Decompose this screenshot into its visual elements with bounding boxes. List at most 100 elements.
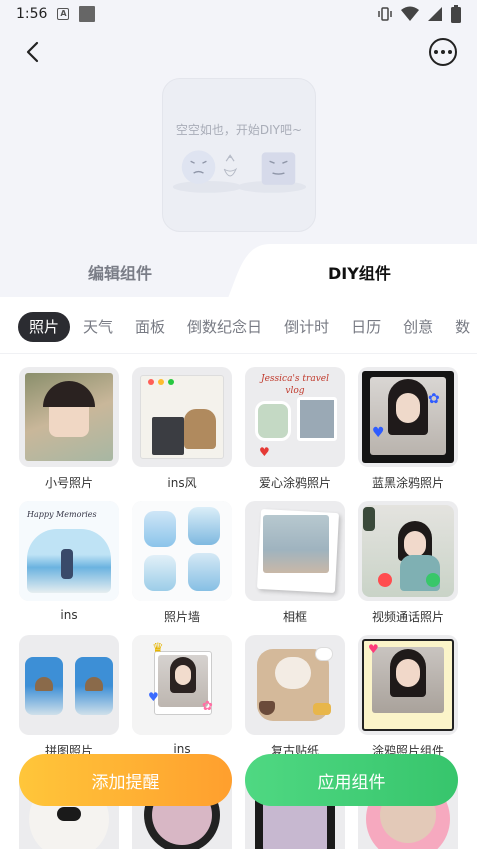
widget-label: ins风: [167, 476, 197, 490]
wifi-icon: [401, 6, 419, 21]
chip-photo[interactable]: 照片: [18, 312, 71, 342]
widget-card[interactable]: ♥ 涂鸦照片组件: [358, 635, 458, 759]
widget-thumbnail: [19, 367, 119, 467]
chip-calendar[interactable]: 日历: [340, 312, 392, 342]
more-icon-dot: [448, 50, 452, 54]
status-time: 1:56: [16, 6, 48, 22]
photo-image: [255, 401, 291, 441]
widget-card[interactable]: 视频通话照片: [358, 501, 458, 625]
more-button[interactable]: [429, 38, 457, 66]
more-icon: [434, 50, 438, 54]
camera-icon: [363, 507, 375, 531]
portrait-image: [404, 531, 426, 557]
widget-preview: 空空如也，开始DIY吧~: [162, 78, 316, 232]
widget-label: 爱心涂鸦照片: [258, 476, 331, 490]
widget-label: 小号照片: [44, 476, 93, 490]
widget-card[interactable]: 小号照片: [19, 367, 119, 491]
bow-icon: ✿: [202, 699, 213, 714]
widget-thumbnail: Happy Memories: [19, 501, 119, 601]
status-bar: 1:56 A: [0, 0, 477, 28]
widget-thumbnail: Jessica's travel vlog ♥: [245, 367, 345, 467]
toy-image: [184, 409, 216, 449]
widget-thumbnail: [132, 501, 232, 601]
dot-green: [168, 379, 174, 385]
heart-icon: ♥: [372, 425, 385, 441]
widget-thumbnail: [132, 367, 232, 467]
chip-creative[interactable]: 创意: [392, 312, 444, 342]
dog-nose-image: [57, 807, 81, 821]
square-icon: [79, 6, 96, 22]
tab-diy-widgets[interactable]: DIY组件: [328, 260, 391, 284]
divider: [0, 353, 477, 354]
widget-thumbnail: ♛ ✿ ♥: [132, 635, 232, 735]
a-icon: A: [57, 8, 70, 20]
widget-label: 相框: [282, 610, 307, 624]
widget-thumbnail: [245, 635, 345, 735]
flower-icon: ✿: [428, 391, 440, 407]
widget-thumbnail: ♥: [358, 635, 458, 735]
bottom-action-bar: 添加提醒 应用组件: [0, 754, 477, 808]
person-image: [61, 549, 73, 579]
widget-thumbnail: [245, 501, 345, 601]
portrait-image: [396, 659, 420, 687]
heart-icon: ♥: [368, 642, 379, 656]
photo-image: [188, 507, 220, 545]
widget-card[interactable]: 拼图照片: [19, 635, 119, 759]
widget-card[interactable]: 复古贴纸: [245, 635, 345, 759]
happy-memories-text: Happy Memories: [27, 510, 97, 519]
travel-vlog-text: Jessica's travel vlog: [261, 374, 329, 396]
crown-icon: ♛: [152, 641, 164, 656]
widget-thumbnail: ✿ ♥: [358, 367, 458, 467]
widget-card[interactable]: Jessica's travel vlog ♥ 爱心涂鸦照片: [245, 367, 345, 491]
signal-icon: [428, 7, 442, 21]
chip-countdown[interactable]: 倒计时: [273, 312, 340, 342]
photo-image: [188, 553, 220, 591]
empty-faces-icon: [172, 150, 307, 193]
widget-card[interactable]: ♛ ✿ ♥ ins: [132, 635, 232, 756]
add-reminder-button[interactable]: 添加提醒: [19, 754, 232, 806]
cat-image: [275, 657, 311, 689]
chip-number[interactable]: 数: [444, 312, 477, 342]
chip-panel[interactable]: 面板: [124, 312, 176, 342]
portrait-image: [396, 393, 420, 423]
widget-card[interactable]: ins风: [132, 367, 232, 491]
hat-image: [85, 677, 103, 691]
chip-countdown-anniversary[interactable]: 倒数纪念日: [176, 312, 273, 342]
dot-yellow: [158, 379, 164, 385]
hat-image: [35, 677, 53, 691]
photo-image: [144, 555, 176, 591]
back-button[interactable]: [18, 38, 46, 66]
cake-icon: [313, 703, 331, 715]
widget-thumbnail: [19, 635, 119, 735]
more-icon-dot: [441, 50, 445, 54]
widget-card[interactable]: ✿ ♥ 蓝黑涂鸦照片: [358, 367, 458, 491]
widget-card[interactable]: 相框: [245, 501, 345, 625]
heart-icon: ♥: [259, 445, 270, 459]
hangup-icon: [378, 573, 392, 587]
vibrate-icon: [378, 7, 392, 21]
widget-label: ins: [60, 608, 78, 622]
widget-card[interactable]: 照片墙: [132, 501, 232, 625]
heart-icon: ♥: [148, 690, 159, 704]
widget-label: 蓝黑涂鸦照片: [371, 476, 444, 490]
photo-image: [144, 511, 176, 547]
battery-icon: [451, 5, 461, 23]
widget-card[interactable]: Happy Memories ins: [19, 501, 119, 622]
tab-edit-widgets[interactable]: 编辑组件: [88, 260, 152, 284]
tab-bar: 编辑组件 DIY组件: [0, 244, 477, 298]
widget-label: 视频通话照片: [371, 610, 444, 624]
portrait-image: [175, 665, 191, 685]
video-icon: [426, 573, 440, 587]
photo-image: [297, 397, 337, 441]
chevron-left-icon: [26, 41, 39, 63]
tab-background: [228, 244, 477, 298]
photo-image: [263, 515, 329, 573]
apply-widget-button[interactable]: 应用组件: [245, 754, 458, 806]
widget-thumbnail: [358, 501, 458, 601]
laptop-image: [152, 417, 184, 455]
category-chips: 照片 天气 面板 倒数纪念日 倒计时 日历 创意 数: [0, 311, 477, 343]
empty-text: 空空如也，开始DIY吧~: [175, 123, 303, 137]
widget-label: 照片墙: [163, 610, 200, 624]
chip-weather[interactable]: 天气: [72, 312, 124, 342]
speech-bubble-icon: [315, 647, 333, 661]
